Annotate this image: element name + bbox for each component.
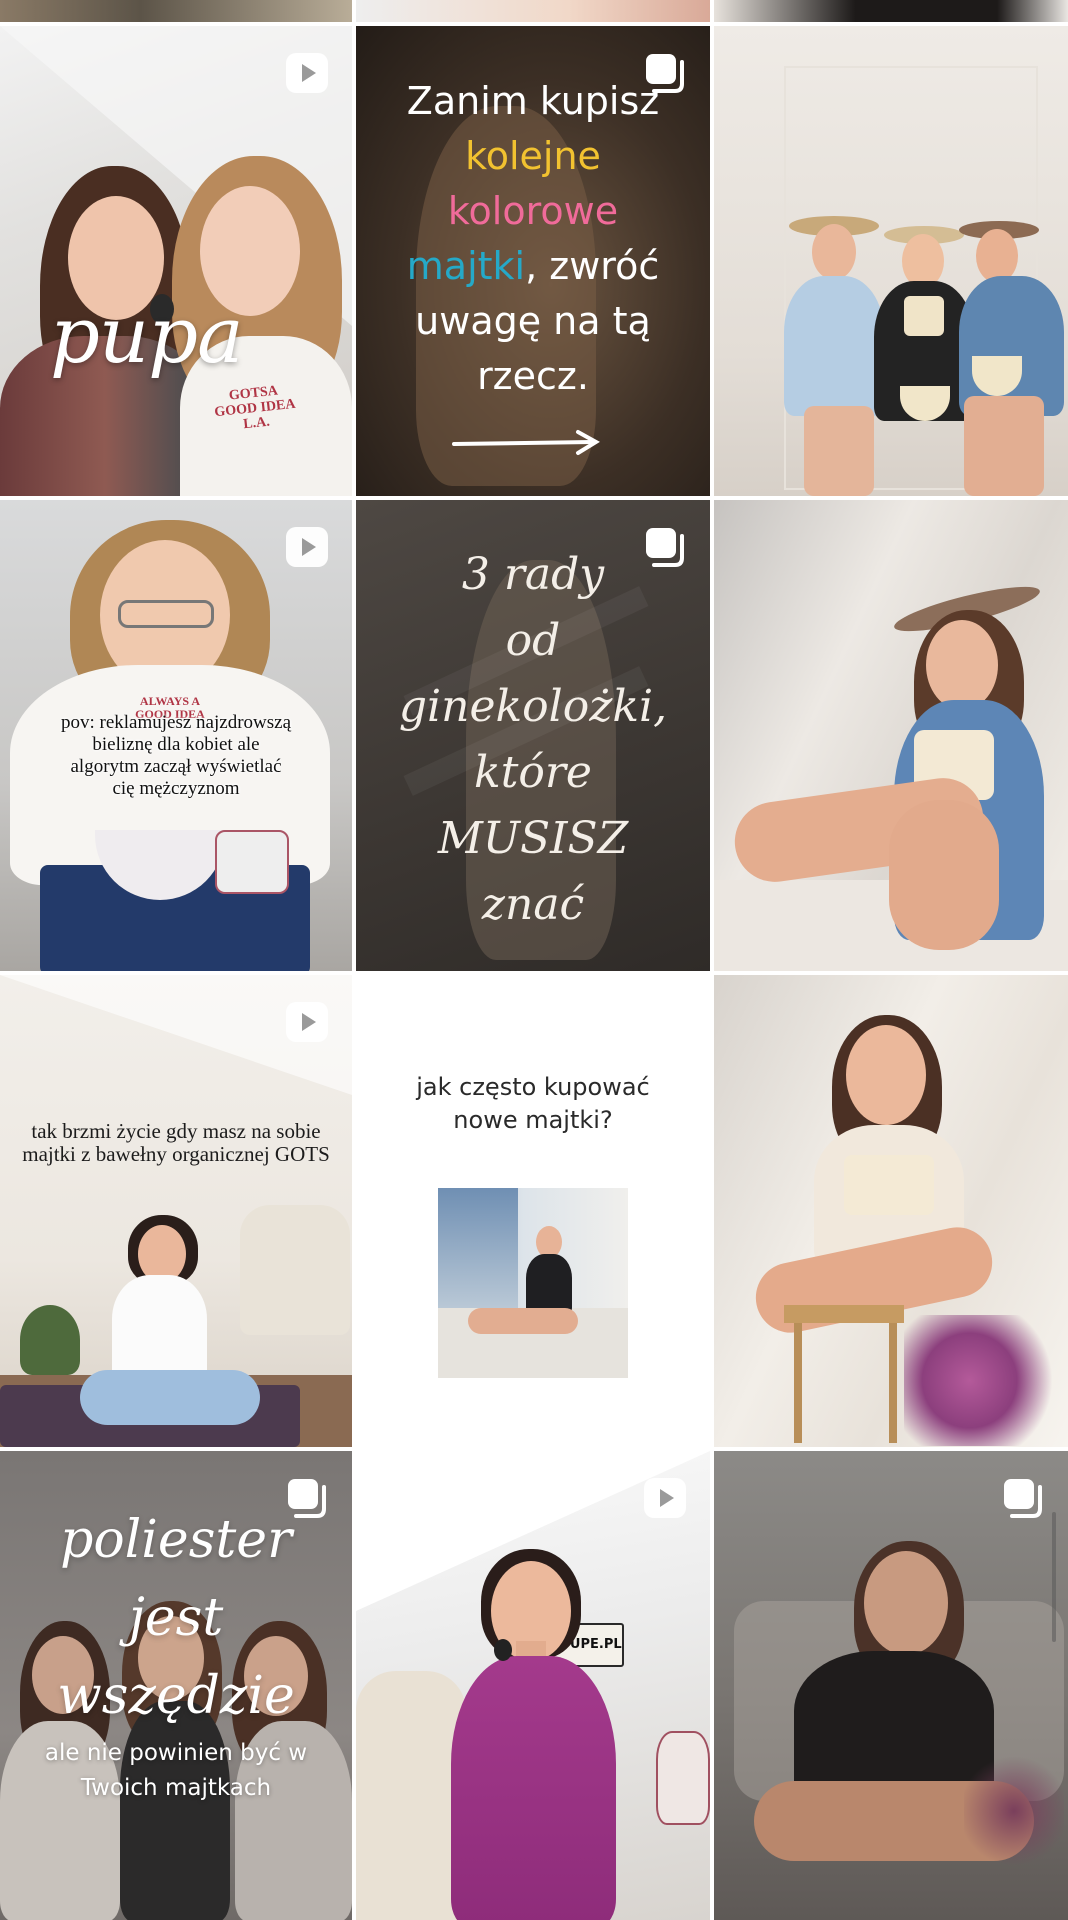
rady-line5: MUSISZ — [437, 813, 629, 864]
tile-3-rady[interactable]: 3 rady od ginekolożki, które MUSISZ znać — [356, 500, 710, 971]
carousel-icon — [284, 1475, 330, 1521]
rady-line4: które — [474, 747, 592, 798]
person-jeans — [80, 1370, 260, 1425]
plant-icon — [20, 1305, 80, 1375]
jak-line1: jak często kupować — [416, 1073, 650, 1101]
tile-poliester[interactable]: poliester jest wszędzie ale nie powinien… — [0, 1451, 352, 1920]
zanim-line2: kolejne — [465, 134, 601, 178]
arrow-right-icon — [452, 430, 600, 455]
vase-icon — [656, 1731, 710, 1825]
tile-woman-denim-hat[interactable] — [714, 500, 1068, 971]
rady-line3: ginekolożki, — [398, 681, 668, 732]
play-icon — [284, 999, 330, 1045]
person-top — [526, 1254, 572, 1314]
person-shirt — [784, 276, 884, 416]
pupa-overlay-text: pupa — [50, 291, 244, 381]
tile-jak-czesto[interactable]: jak często kupować nowe majtki? — [356, 975, 710, 1447]
tile-three-women-hats[interactable] — [714, 26, 1068, 496]
tile-zanim-kupisz[interactable]: Zanim kupisz kolejne kolorowe majtki, zw… — [356, 26, 710, 496]
tile-woman-chair[interactable] — [714, 975, 1068, 1447]
person-face — [926, 620, 998, 710]
jak-line2: nowe majtki? — [453, 1106, 613, 1134]
person-face — [812, 224, 856, 280]
person-legs — [964, 396, 1044, 496]
window — [438, 1188, 518, 1308]
plant-pot-icon — [215, 830, 289, 894]
person-face — [976, 229, 1018, 283]
person-top — [904, 296, 944, 336]
zanim-overlay-text: Zanim kupisz kolejne kolorowe majtki, zw… — [356, 74, 710, 404]
poli-line3: wszędzie — [57, 1666, 295, 1726]
zanim-line3: kolorowe — [447, 189, 619, 233]
scrollbar[interactable] — [1052, 1512, 1056, 1642]
microphone-icon — [494, 1639, 512, 1661]
zanim-line4-rest: , zwróć — [525, 244, 660, 288]
tile-black-top[interactable] — [714, 1451, 1068, 1920]
person-legs — [468, 1308, 578, 1334]
zanim-line5: uwagę na tą — [415, 299, 651, 343]
person-shirt — [112, 1275, 207, 1385]
person-legs — [804, 406, 874, 496]
poli-subtitle: ale nie powinien być w Twoich majtkach — [0, 1736, 352, 1806]
person-top — [844, 1155, 934, 1215]
tile-pink-top-reel[interactable]: APUPE.PL — [356, 1451, 710, 1920]
carousel-icon — [642, 524, 688, 570]
inset-photo — [438, 1188, 628, 1378]
person-face — [864, 1551, 948, 1655]
chair-leg — [794, 1323, 802, 1443]
armchair — [356, 1671, 466, 1920]
tile-pov-reel[interactable]: ALWAYS A GOOD IDEA pov: reklamujesz najzd… — [0, 500, 352, 971]
rady-line6: znać — [481, 879, 585, 930]
person-legs — [889, 800, 999, 950]
carousel-icon — [1000, 1475, 1046, 1521]
person-top — [451, 1656, 616, 1920]
chair-seat — [784, 1305, 904, 1323]
carousel-icon — [642, 50, 688, 96]
tile-partial-1[interactable] — [0, 0, 352, 22]
play-icon — [642, 1475, 688, 1521]
poli-line2: jest — [128, 1588, 224, 1648]
shirt-print: GOTSA GOOD IDEA L.A. — [213, 383, 297, 433]
flowers — [964, 1751, 1064, 1871]
glasses-icon — [118, 600, 214, 628]
tile-partial-2[interactable] — [356, 0, 710, 22]
person-face — [846, 1025, 926, 1125]
play-icon — [284, 50, 330, 96]
zanim-line4: majtki, zwróć — [356, 239, 710, 294]
tile-pupa-video[interactable]: GOTSA GOOD IDEA L.A. pupa — [0, 26, 352, 496]
brzmi-overlay-text: tak brzmi życie gdy masz na sobie majtki… — [22, 1119, 330, 1166]
pov-overlay-text: pov: reklamujesz najzdrowszą bieliznę dl… — [60, 712, 292, 799]
poli-sub-line2: Twoich majtkach — [80, 1775, 272, 1801]
rady-line2: od — [505, 615, 561, 666]
play-icon — [284, 524, 330, 570]
rady-overlay-text: 3 rady od ginekolożki, które MUSISZ znać — [356, 542, 710, 938]
poli-sub-line1: ale nie powinien być w — [44, 1740, 308, 1766]
profile-post-grid: GOTSA GOOD IDEA L.A. pupa Zanim kupisz kol… — [0, 0, 1068, 1920]
person-face — [902, 234, 944, 288]
zanim-line6: rzecz. — [477, 354, 589, 398]
chair-leg — [889, 1323, 897, 1443]
person-jacket — [959, 276, 1064, 416]
tile-partial-3[interactable] — [714, 0, 1068, 22]
tile-tak-brzmi-reel[interactable]: tak brzmi życie gdy masz na sobie majtki… — [0, 975, 352, 1447]
zanim-line4-majtki: majtki — [406, 244, 526, 288]
armchair — [240, 1205, 350, 1335]
poli-overlay-text: poliester jest wszędzie — [0, 1501, 352, 1735]
flowers — [904, 1315, 1068, 1446]
jak-overlay-text: jak często kupować nowe majtki? — [356, 1071, 710, 1137]
